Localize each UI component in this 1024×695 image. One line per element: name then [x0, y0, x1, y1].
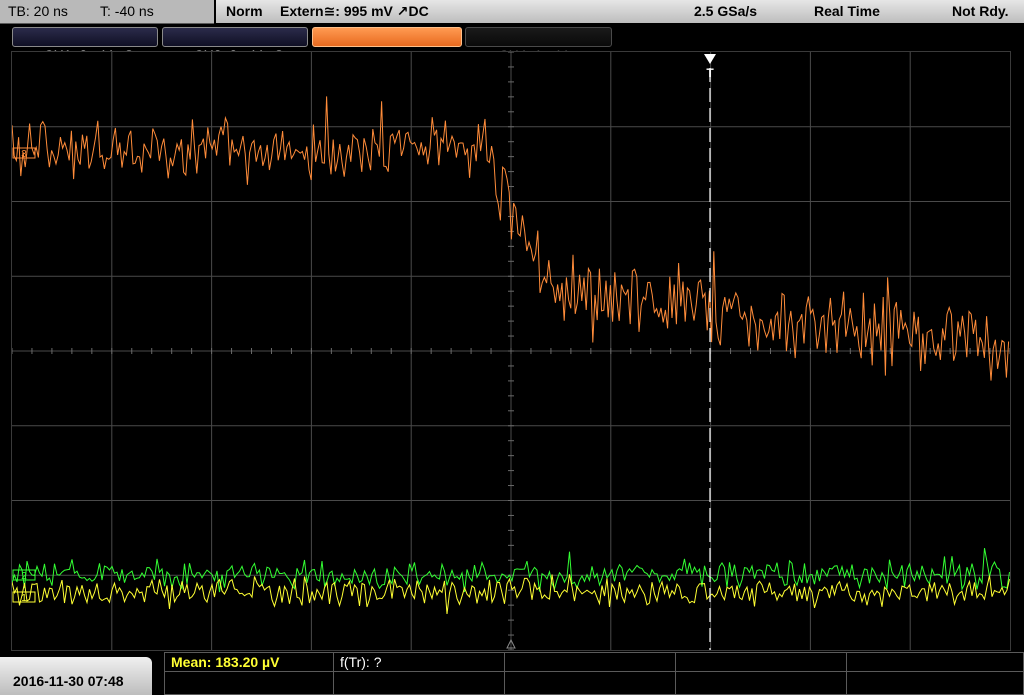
datetime-box: 2016-11-30 07:48 [0, 657, 152, 695]
measurement-cell-4[interactable] [675, 652, 847, 672]
measurement-cell-3[interactable] [504, 652, 676, 672]
status-bar: TB: 20 ns T: -40 ns Norm Extern≅: 995 mV… [0, 0, 1024, 24]
trigger-marker-label: T [706, 66, 714, 80]
trigger-status: Not Rdy. [952, 3, 1009, 19]
waveform-display[interactable]: T 3 2 1 [11, 51, 1011, 651]
measurement-cell-9[interactable] [675, 671, 847, 695]
measurement-cell-6[interactable] [164, 671, 334, 695]
ch1-ground-marker-label: 1 [21, 593, 27, 604]
sample-rate: 2.5 GSa/s [694, 3, 758, 19]
waveform-svg: T 3 2 1 [11, 51, 1011, 651]
trigger-arrow-icon [704, 54, 716, 64]
measurement-cell-5[interactable] [846, 652, 1024, 672]
measurement-cell-1[interactable]: Mean: 183.20 µV [164, 652, 334, 672]
measurement-table[interactable]: Mean: 183.20 µV f(Tr): ? [164, 652, 1024, 695]
timebase-value: TB: 20 ns [8, 3, 68, 19]
measurement-cell-7[interactable] [333, 671, 505, 695]
measurement-cell-2[interactable]: f(Tr): ? [333, 652, 505, 672]
acquisition-box[interactable]: Norm Extern≅: 995 mV ↗DC 2.5 GSa/s Real … [216, 0, 1024, 23]
ch2-ground-marker-label: 2 [21, 571, 27, 582]
timebase-box[interactable]: TB: 20 ns T: -40 ns [0, 0, 214, 24]
trigger-info: Extern≅: 995 mV ↗DC [280, 3, 429, 19]
channel-3-trace [11, 96, 1010, 381]
channel-3-button[interactable]: CH3: 1 mV≅Ω [312, 27, 462, 63]
realtime-mode: Real Time [814, 3, 880, 19]
acquisition-mode: Norm [226, 3, 263, 19]
mean-measurement: Mean: 183.20 µV [171, 654, 280, 670]
measurement-cell-8[interactable] [504, 671, 676, 695]
ch3-ground-marker-label: 3 [21, 149, 27, 160]
trigger-offset-value: T: -40 ns [100, 3, 154, 19]
channel-1-button[interactable]: CH1: 2 mV≅Ω [12, 27, 158, 63]
channel-4-button[interactable]: CH4: 1 mV≅ [465, 27, 612, 63]
channel-2-button[interactable]: CH2: 2 mV≅Ω [162, 27, 308, 63]
datetime-value: 2016-11-30 07:48 [13, 673, 124, 689]
rise-freq-measurement: f(Tr): ? [340, 654, 382, 670]
measurement-cell-10[interactable] [846, 671, 1024, 695]
channel-bar: CH1: 2 mV≅Ω CH2: 2 mV≅Ω CH3: 1 mV≅Ω CH4:… [0, 24, 1024, 63]
